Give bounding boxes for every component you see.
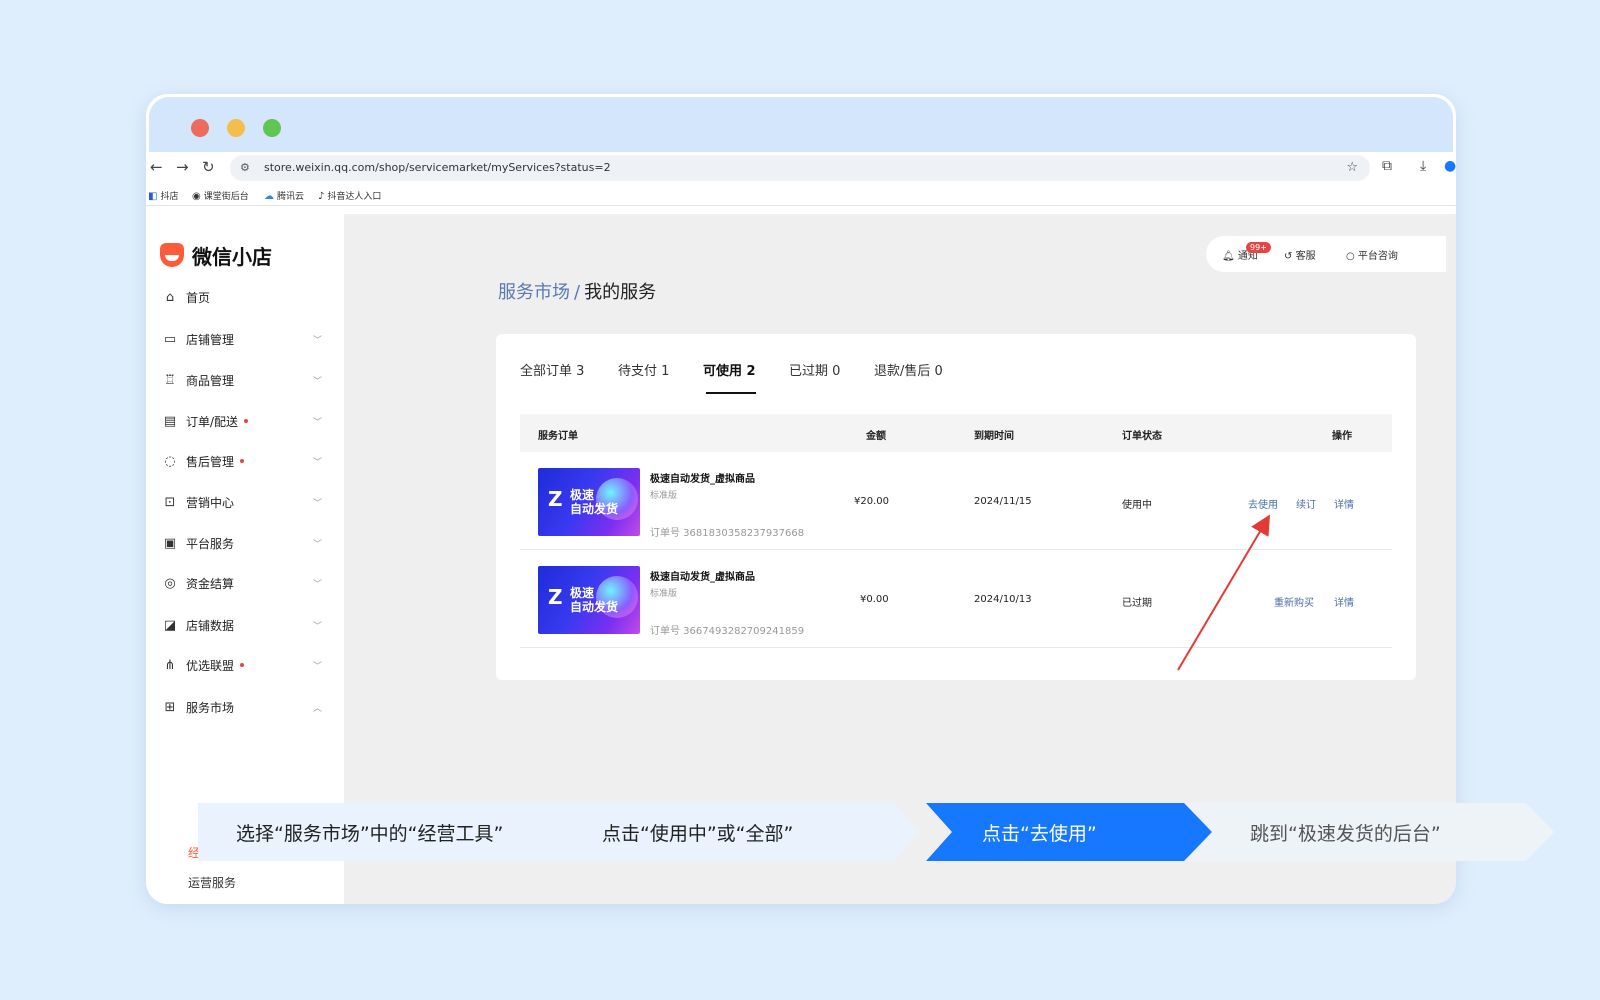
step-4: 跳到“极速发货的后台”: [1186, 803, 1558, 861]
step-1-label: 选择“服务市场”中的“经营工具”: [236, 822, 504, 845]
step-1: 选择“服务市场”中的“经营工具”: [198, 803, 578, 861]
step-4-label: 跳到“极速发货的后台”: [1250, 822, 1441, 845]
step-3: 点击“去使用”: [926, 803, 1226, 861]
steps-bar: 选择“服务市场”中的“经营工具” 点击“使用中”或“全部” 点击“去使用” 跳到…: [198, 803, 1558, 861]
step-2-label: 点击“使用中”或“全部”: [602, 822, 794, 845]
arrow-line: [1177, 514, 1271, 671]
step-3-label: 点击“去使用”: [982, 822, 1097, 845]
step-2: 点击“使用中”或“全部”: [544, 803, 924, 861]
